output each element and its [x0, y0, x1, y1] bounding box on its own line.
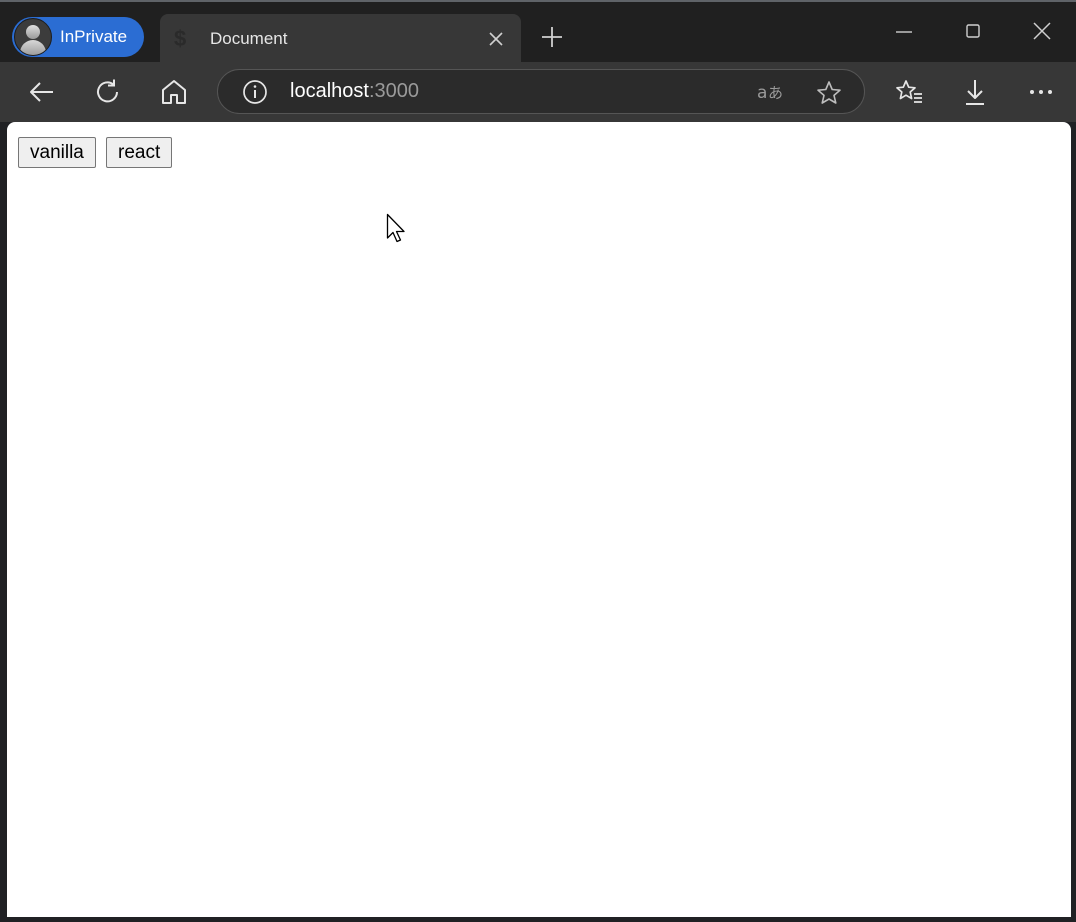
maximize-button[interactable]	[960, 20, 986, 46]
close-window-button[interactable]	[1029, 20, 1055, 46]
svg-text:あ: あ	[768, 84, 783, 102]
favorites-button[interactable]	[894, 77, 924, 107]
vanilla-button[interactable]: vanilla	[18, 137, 96, 168]
mouse-cursor-icon	[386, 213, 410, 247]
inprivate-label: InPrivate	[60, 27, 128, 46]
url-port: :3000	[368, 80, 419, 102]
tab-document[interactable]: $ Document	[160, 14, 521, 64]
info-icon[interactable]	[242, 79, 268, 105]
url-text[interactable]: localhost:3000	[290, 80, 419, 103]
back-button[interactable]	[27, 77, 57, 107]
favorite-star-icon[interactable]	[815, 79, 843, 107]
tab-favicon-icon: $	[174, 26, 187, 51]
react-button[interactable]: react	[106, 137, 173, 168]
new-tab-button[interactable]	[538, 23, 566, 51]
title-bar: InPrivate $ Document	[0, 2, 1076, 64]
profile-avatar-icon	[14, 18, 52, 56]
address-bar[interactable]: localhost:3000 a あ	[217, 69, 865, 114]
more-options-button[interactable]	[1026, 77, 1056, 107]
downloads-button[interactable]	[960, 77, 990, 107]
translate-icon[interactable]: a あ	[755, 79, 785, 105]
refresh-button[interactable]	[93, 77, 123, 107]
home-button[interactable]	[159, 77, 189, 107]
url-host: localhost	[290, 80, 369, 102]
tab-title: Document	[210, 29, 288, 48]
minimize-button[interactable]	[891, 20, 917, 46]
tab-close-icon[interactable]	[485, 28, 507, 50]
page-content: vanilla react	[7, 122, 1071, 917]
inprivate-profile-button[interactable]: InPrivate	[12, 17, 144, 57]
svg-text:a: a	[757, 83, 767, 103]
